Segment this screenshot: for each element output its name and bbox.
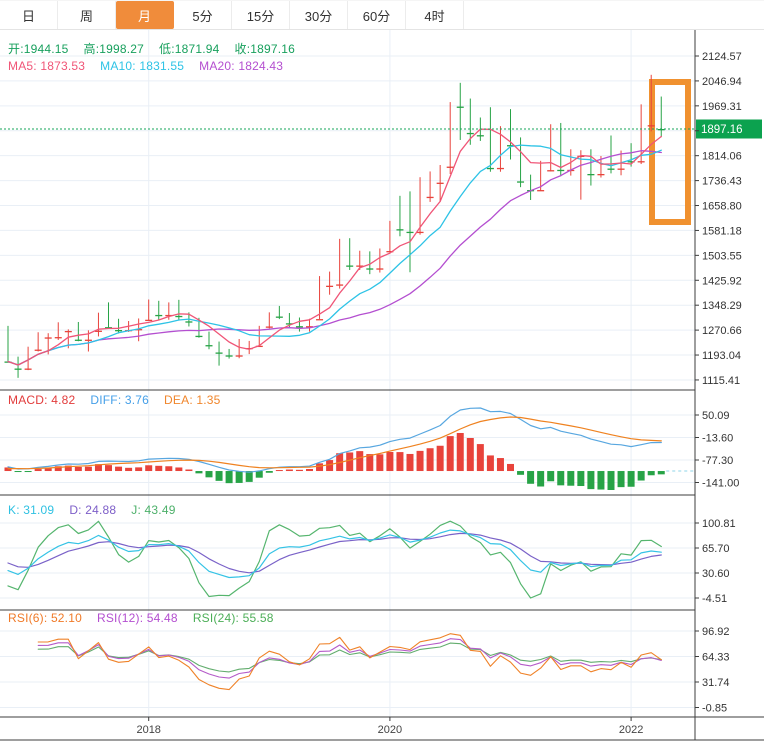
svg-text:1581.18: 1581.18 [702,225,742,237]
period-toolbar: 日周月5分15分30分60分4时 [0,0,764,30]
candlesticks [5,75,665,378]
y-axis-labels: 2124.57 2046.94 1969.31 1814.06 1736.43 1658.… [695,51,742,715]
svg-text:2020: 2020 [378,724,402,736]
svg-text:-4.51: -4.51 [702,593,727,605]
grid-lines [0,30,695,717]
svg-text:1348.29: 1348.29 [702,300,742,312]
svg-text:1736.43: 1736.43 [702,176,742,188]
svg-text:-13.60: -13.60 [702,433,733,445]
chart-area: 1897.16 2124.57 2046.94 1969.31 1814.06 1736.… [0,30,764,751]
svg-text:1658.80: 1658.80 [702,201,742,213]
svg-text:50.09: 50.09 [702,410,730,422]
svg-text:1115.41: 1115.41 [702,375,740,387]
tab-day[interactable]: 日 [0,1,58,29]
svg-text:2124.57: 2124.57 [702,51,742,63]
svg-text:1425.92: 1425.92 [702,275,742,287]
rsi-plot [38,634,661,690]
tab-week[interactable]: 周 [58,1,116,29]
svg-text:-0.85: -0.85 [702,703,727,715]
macd-plot [5,408,696,490]
svg-text:65.70: 65.70 [702,543,730,555]
kdj-plot [8,521,661,598]
tab-5min[interactable]: 5分 [174,1,232,29]
svg-text:31.74: 31.74 [702,677,730,689]
tab-15min[interactable]: 15分 [232,1,290,29]
tab-30min[interactable]: 30分 [290,1,348,29]
current-price-tag-text: 1897.16 [701,124,743,136]
svg-text:2018: 2018 [136,724,160,736]
svg-text:1503.55: 1503.55 [702,250,742,262]
svg-text:64.33: 64.33 [702,652,730,664]
x-axis-labels: 2018 2020 2022 [136,717,643,736]
svg-text:2022: 2022 [619,724,643,736]
svg-text:2046.94: 2046.94 [702,76,742,88]
chart-canvas[interactable]: 1897.16 2124.57 2046.94 1969.31 1814.06 1736.… [0,30,764,751]
svg-text:1814.06: 1814.06 [702,151,742,163]
svg-text:-77.30: -77.30 [702,455,733,467]
tab-60min[interactable]: 60分 [348,1,406,29]
tab-month[interactable]: 月 [116,1,174,29]
svg-text:-141.00: -141.00 [702,478,739,490]
svg-text:30.60: 30.60 [702,568,730,580]
svg-text:1969.31: 1969.31 [702,101,742,113]
svg-text:96.92: 96.92 [702,626,730,638]
chart-app: 日周月5分15分30分60分4时 1897.16 2124.57 2046.94 19… [0,0,764,751]
svg-text:1193.04: 1193.04 [702,350,741,362]
svg-text:100.81: 100.81 [702,518,736,530]
svg-text:1270.66: 1270.66 [702,325,742,337]
tab-4hour[interactable]: 4时 [406,1,464,29]
